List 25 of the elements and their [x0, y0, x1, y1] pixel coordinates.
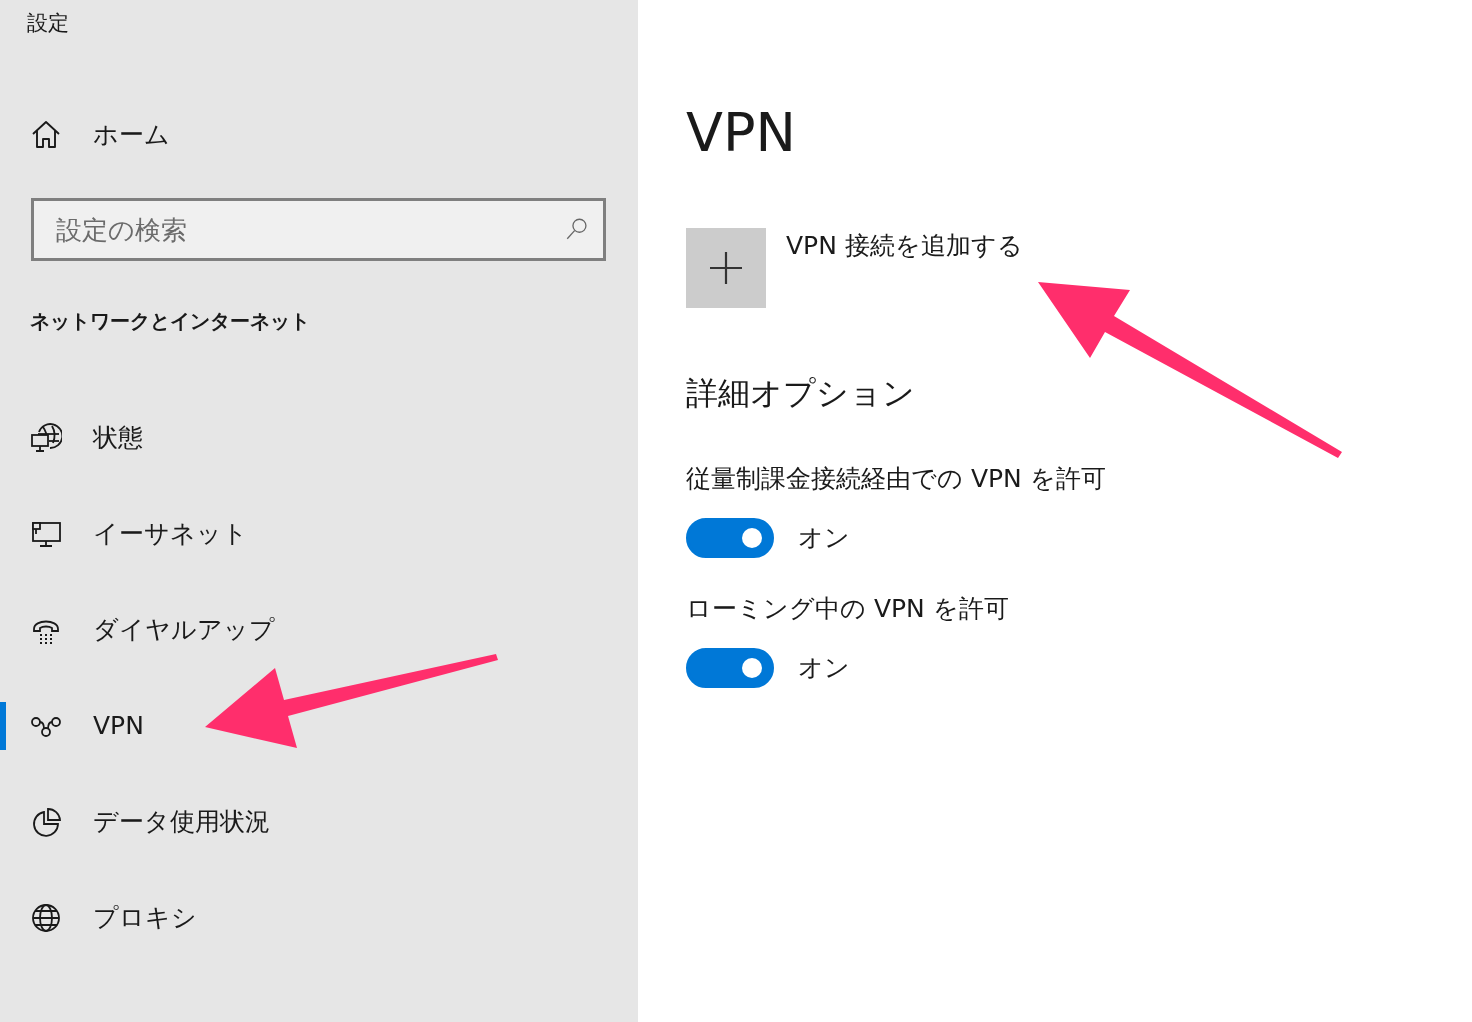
window-title: 設定	[27, 10, 69, 37]
option-label: ローミング中の VPN を許可	[686, 593, 1009, 625]
section-heading: 詳細オプション	[686, 373, 915, 414]
toggle-switch[interactable]	[686, 518, 774, 558]
option-label: 従量制課金接続経由での VPN を許可	[686, 463, 1106, 495]
search-icon	[564, 216, 590, 242]
nav-item[interactable]: ダイヤルアップ	[0, 606, 638, 654]
toggle-state-text: オン	[798, 652, 850, 684]
home-link[interactable]: ホーム	[0, 111, 638, 159]
page-title: VPN	[686, 101, 796, 165]
search-field[interactable]: 設定の検索	[31, 198, 606, 261]
toggle-state-text: オン	[798, 522, 850, 554]
home-icon	[30, 119, 62, 151]
pie-chart-icon	[30, 806, 62, 838]
plus-icon	[686, 228, 766, 308]
nav-item[interactable]: データ使用状況	[0, 798, 638, 846]
globe-monitor-icon	[30, 422, 62, 454]
nav-item[interactable]: 状態	[0, 414, 638, 462]
nav-item[interactable]: VPN	[0, 702, 638, 750]
section-heading: ネットワークとインターネット	[30, 308, 310, 335]
nav-item[interactable]: イーサネット	[0, 510, 638, 558]
add-vpn-button[interactable]: VPN 接続を追加する	[686, 228, 1023, 308]
globe-icon	[30, 902, 62, 934]
toggle-switch[interactable]	[686, 648, 774, 688]
nav-item[interactable]: プロキシ	[0, 894, 638, 942]
